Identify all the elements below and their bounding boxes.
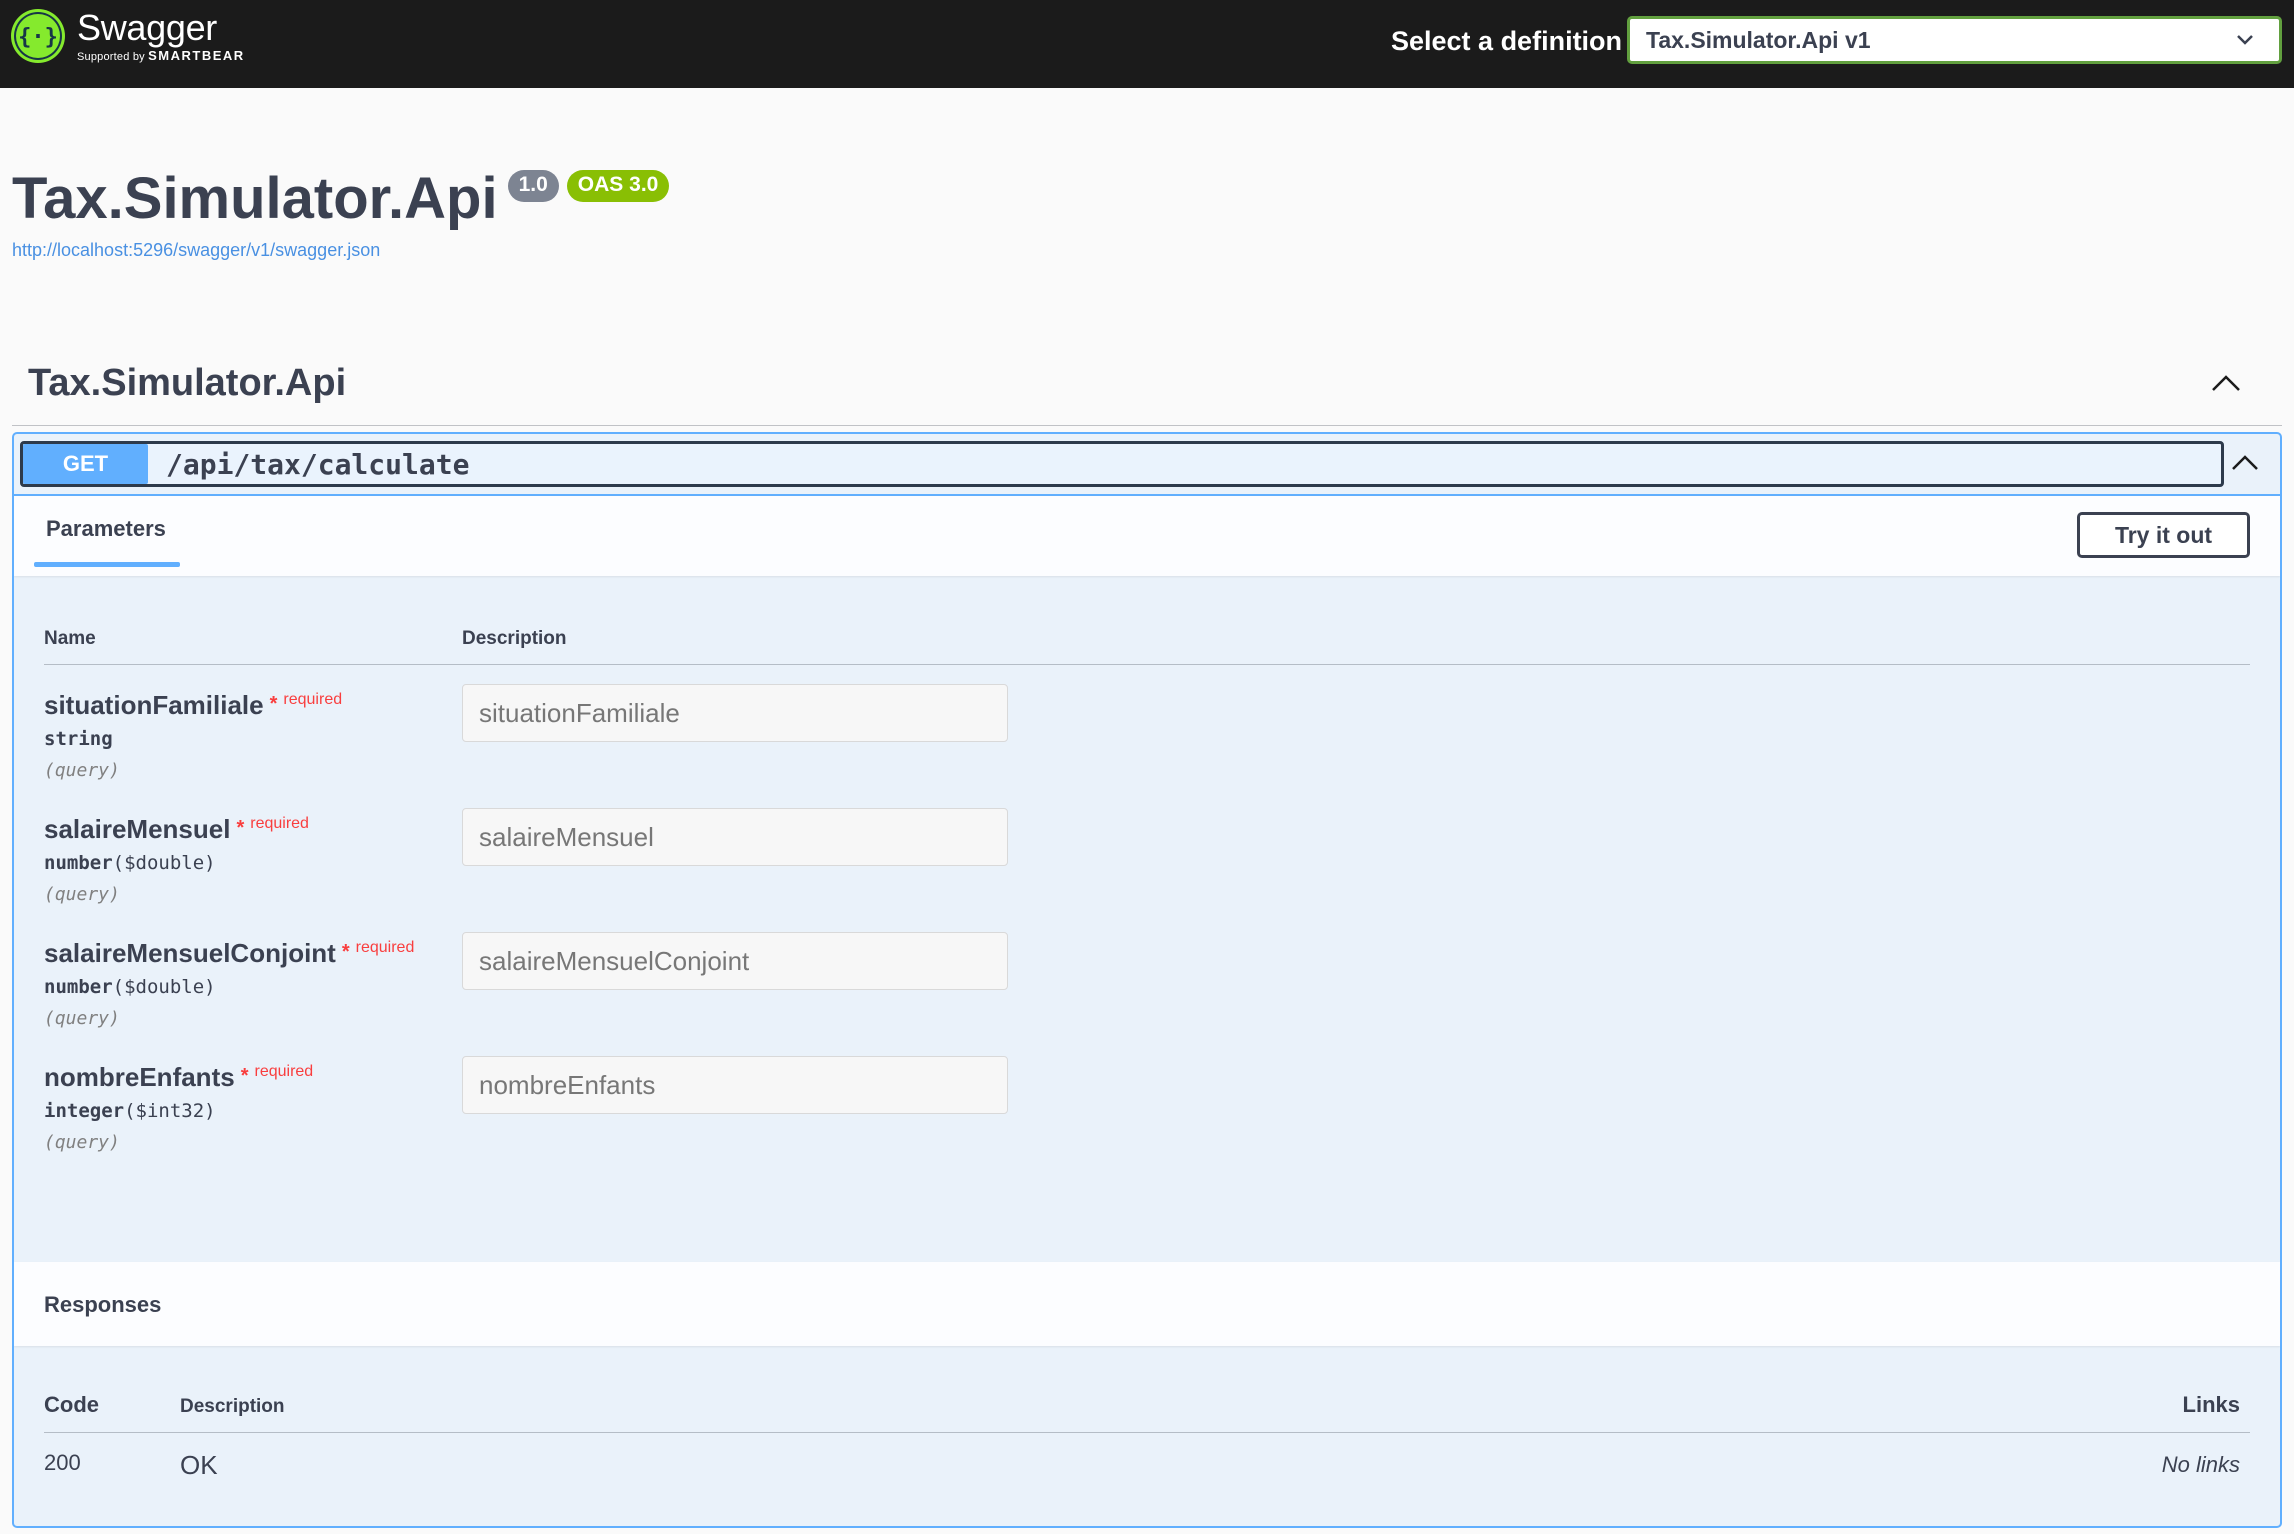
- parameter-name: salaireMensuelConjoint * required: [44, 938, 414, 969]
- operation-path: /api/tax/calculate: [166, 447, 470, 481]
- parameters-header: Parameters Try it out: [14, 496, 2280, 576]
- parameter-name: salaireMensuel * required: [44, 814, 309, 845]
- required-star: *: [269, 693, 278, 715]
- parameter-type: number($double): [44, 976, 216, 998]
- required-label: required: [250, 815, 309, 832]
- logo-title: Swagger: [77, 7, 217, 48]
- parameter-name: situationFamiliale * required: [44, 690, 342, 721]
- parameter-location: (query): [44, 884, 120, 905]
- operation-summary-bar[interactable]: GET /api/tax/calculate: [20, 441, 2224, 487]
- nombre-enfants-input[interactable]: [462, 1056, 1008, 1114]
- salaire-mensuel-conjoint-input[interactable]: [462, 932, 1008, 990]
- parameter-row: nombreEnfants * required integer($int32) (…: [44, 1056, 2244, 1172]
- responses-title: Responses: [44, 1292, 162, 1317]
- swagger-logo[interactable]: {·} Swagger Supported by SMARTBEAR: [10, 8, 245, 64]
- chevron-up-icon[interactable]: [2230, 452, 2260, 472]
- required-label: required: [254, 1063, 314, 1080]
- column-header-links: Links: [2182, 1392, 2240, 1417]
- divider: [44, 1432, 2250, 1433]
- required-label: required: [283, 691, 343, 708]
- parameter-format: ($double): [112, 852, 216, 874]
- definition-select-value: Tax.Simulator.Api v1: [1646, 26, 1871, 53]
- tag-title: Tax.Simulator.Api: [28, 362, 347, 404]
- try-it-out-button[interactable]: Try it out: [2077, 512, 2250, 558]
- responses-header: Responses: [14, 1262, 2280, 1346]
- parameter-location: (query): [44, 1132, 120, 1153]
- column-header-code: Code: [44, 1392, 99, 1417]
- required-star: *: [341, 941, 350, 963]
- column-header-name: Name: [44, 628, 96, 649]
- response-code: 200: [44, 1450, 81, 1475]
- parameter-format: ($double): [112, 976, 216, 998]
- parameter-type-text: number: [44, 976, 113, 998]
- logo-sub-prefix: Supported by: [77, 51, 145, 63]
- tab-parameters[interactable]: Parameters: [34, 516, 178, 542]
- method-badge: GET: [23, 444, 148, 484]
- required-star: *: [240, 1065, 249, 1087]
- parameter-name: nombreEnfants * required: [44, 1062, 313, 1093]
- api-title: Tax.Simulator.Api: [12, 166, 498, 231]
- tag-section-header[interactable]: Tax.Simulator.Api: [12, 350, 2282, 426]
- parameter-row: salaireMensuelConjoint * required number($…: [44, 932, 2244, 1048]
- parameter-name-text: situationFamiliale: [44, 690, 264, 720]
- parameter-type: number($double): [44, 852, 216, 874]
- parameter-type-text: string: [44, 728, 113, 750]
- logo-sub-brand: SMARTBEAR: [148, 48, 245, 63]
- chevron-down-icon: [2237, 35, 2253, 45]
- parameter-type-text: integer: [44, 1100, 125, 1122]
- parameter-type-text: number: [44, 852, 113, 874]
- required-label: required: [355, 939, 415, 956]
- definition-select[interactable]: Tax.Simulator.Api v1: [1627, 16, 2282, 64]
- parameter-format: ($int32): [124, 1100, 216, 1122]
- parameter-row: salaireMensuel * required number($double) …: [44, 808, 2244, 924]
- salaire-mensuel-input[interactable]: [462, 808, 1008, 866]
- tab-active-indicator: [34, 562, 180, 567]
- parameter-name-text: salaireMensuel: [44, 814, 231, 844]
- required-star: *: [236, 817, 245, 839]
- parameter-name-text: salaireMensuelConjoint: [44, 938, 336, 968]
- column-header-description: Description: [180, 1396, 285, 1417]
- operation-block: GET /api/tax/calculate Parameters Try it…: [12, 432, 2282, 1528]
- response-links: No links: [2161, 1452, 2240, 1477]
- parameter-type: string: [44, 728, 113, 750]
- topbar: {·} Swagger Supported by SMARTBEAR Selec…: [0, 0, 2294, 88]
- swagger-logo-icon: {·}: [11, 9, 65, 63]
- parameter-row: situationFamiliale * required string (quer…: [44, 684, 2244, 800]
- definition-label: Select a definition: [1391, 26, 1623, 56]
- column-header-description: Description: [462, 628, 567, 649]
- operation-summary[interactable]: GET /api/tax/calculate: [14, 434, 2280, 496]
- logo-subtitle: Supported by SMARTBEAR: [77, 49, 245, 64]
- version-badge: 1.0: [507, 170, 559, 202]
- response-description: OK: [180, 1450, 218, 1480]
- chevron-up-icon[interactable]: [2210, 372, 2242, 394]
- parameter-location: (query): [44, 1008, 120, 1029]
- spec-url-link[interactable]: http://localhost:5296/swagger/v1/swagger…: [12, 240, 380, 261]
- oas-badge: OAS 3.0: [566, 170, 670, 202]
- parameter-location: (query): [44, 760, 120, 781]
- situation-familiale-input[interactable]: [462, 684, 1008, 742]
- divider: [44, 664, 2250, 665]
- parameter-name-text: nombreEnfants: [44, 1062, 235, 1092]
- svg-text:{·}: {·}: [18, 25, 58, 50]
- parameter-type: integer($int32): [44, 1100, 216, 1122]
- info-header: Tax.Simulator.Api 1.0 OAS 3.0: [12, 166, 670, 232]
